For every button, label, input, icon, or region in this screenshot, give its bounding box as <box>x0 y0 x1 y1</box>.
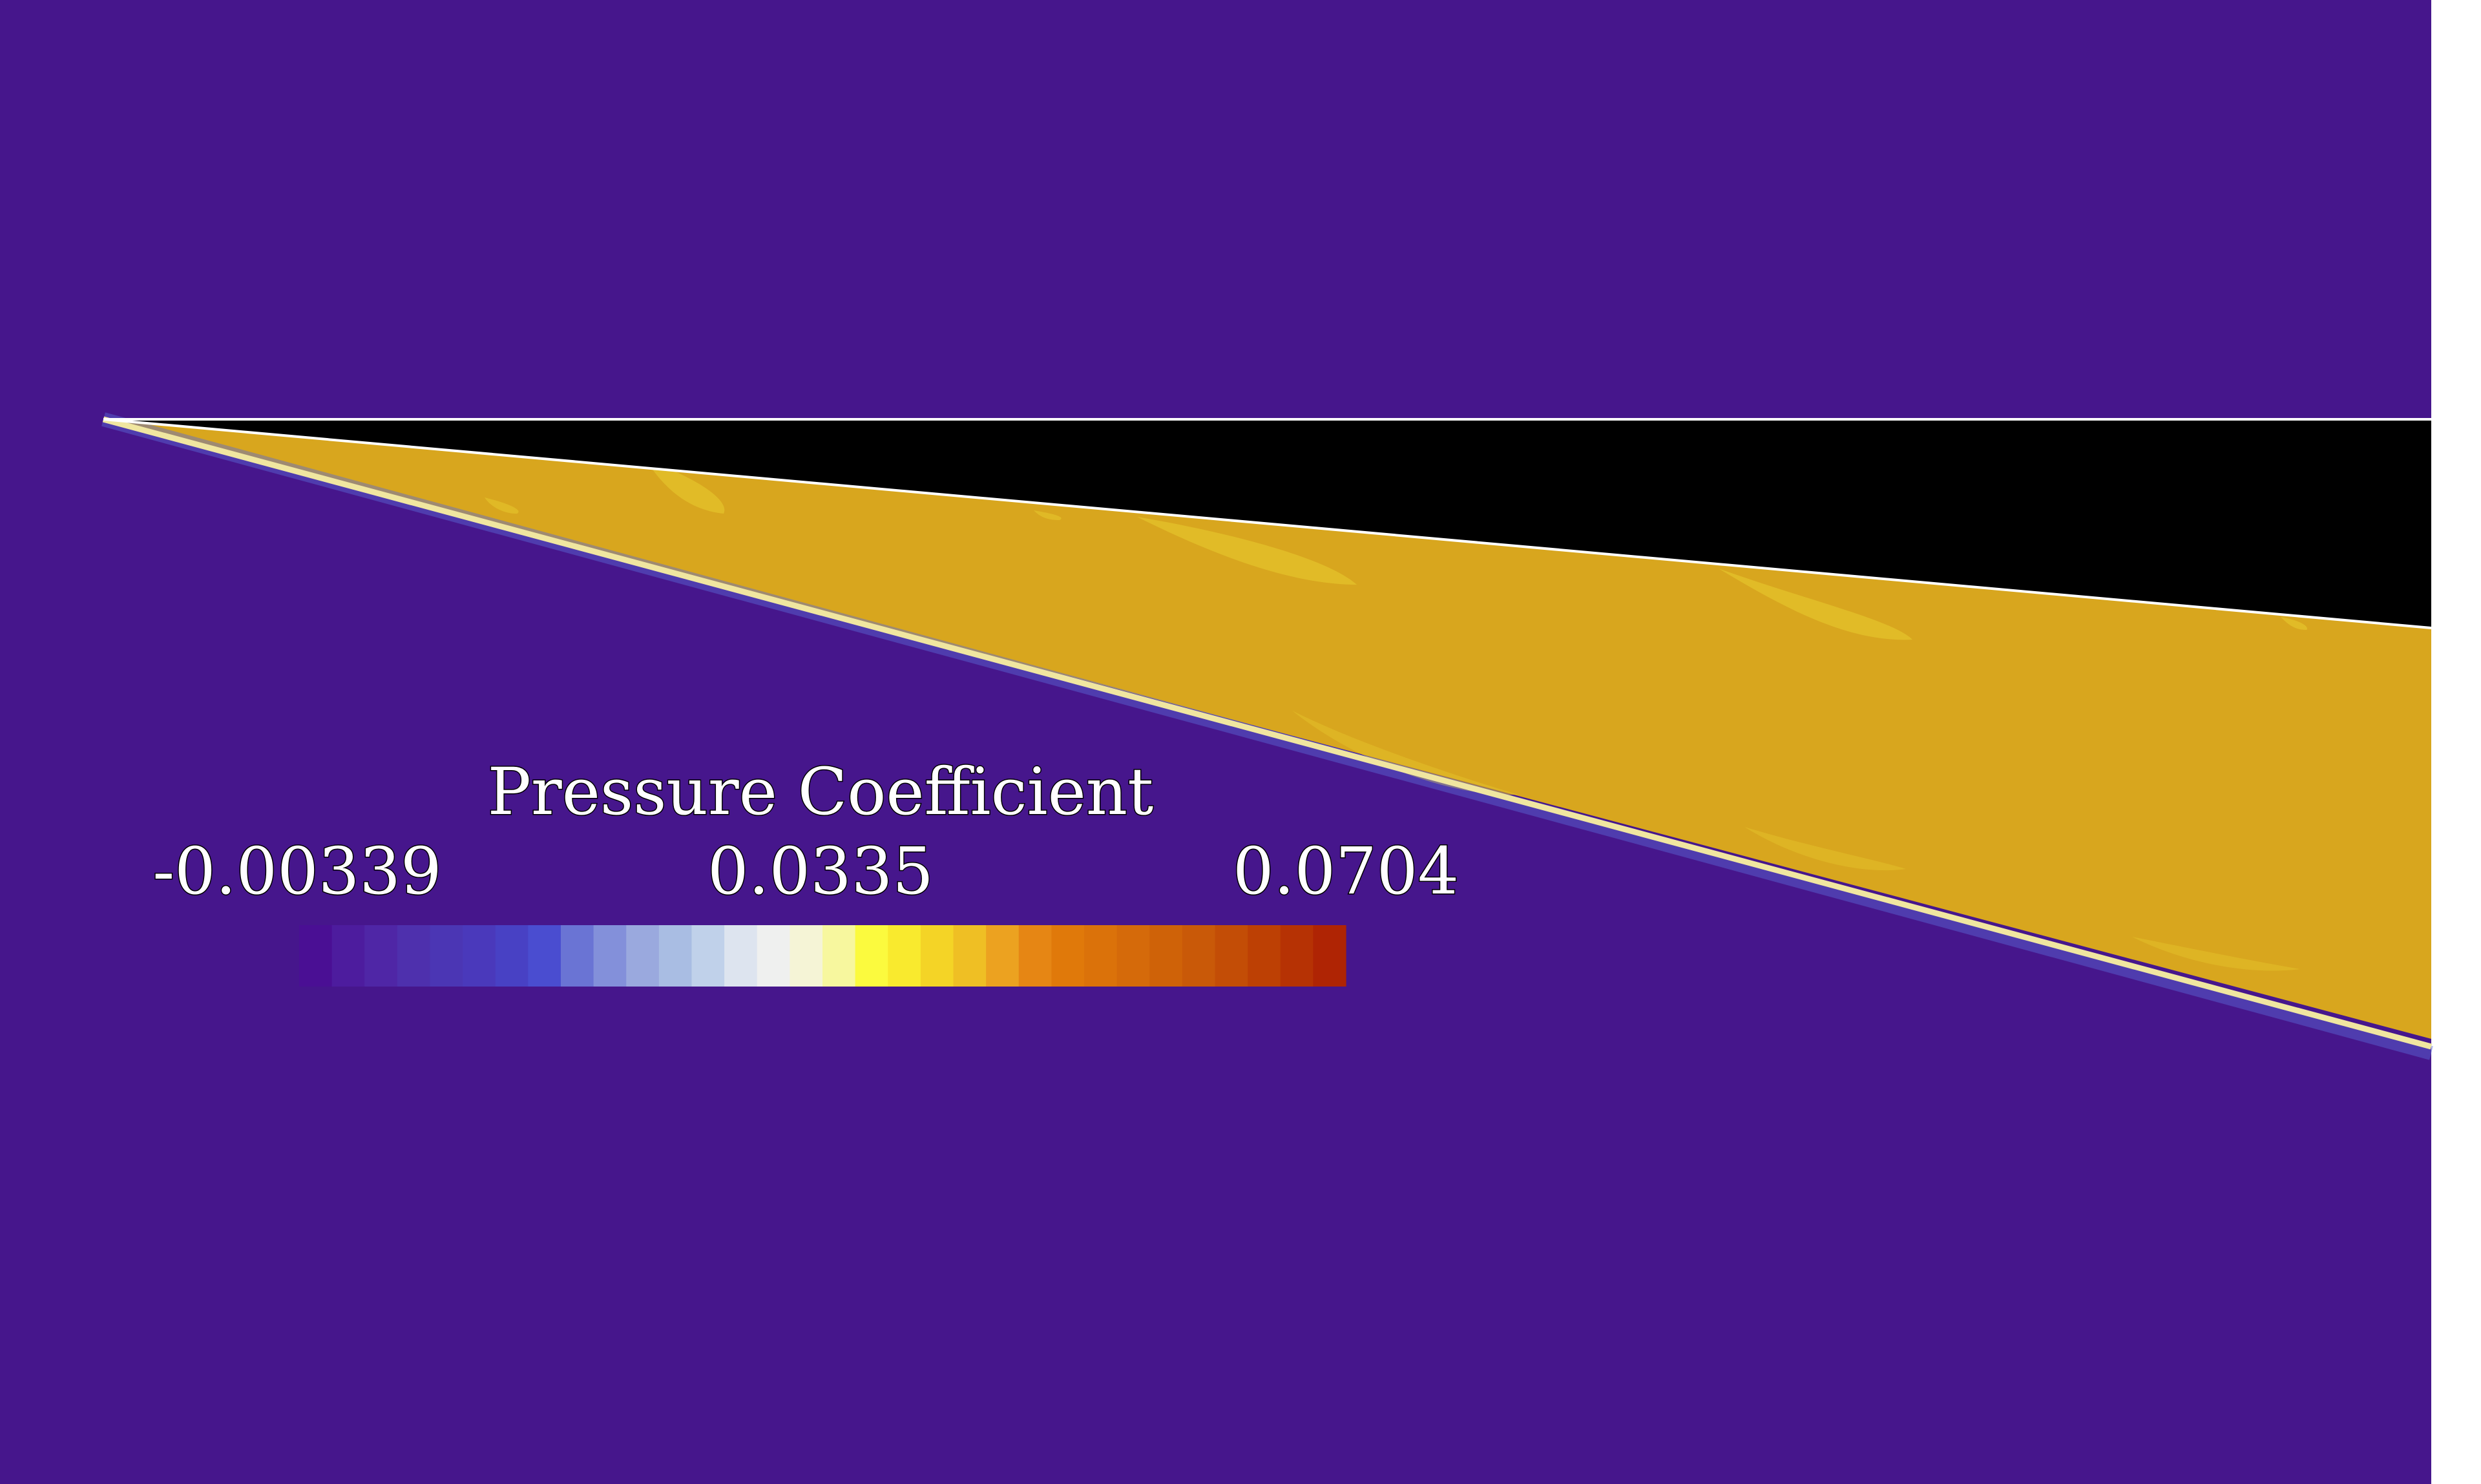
colorbar-swatch <box>397 925 431 987</box>
colorbar-max-label: 0.0704 <box>1233 833 1459 909</box>
colorbar-swatch <box>1313 925 1346 987</box>
colorbar-swatch <box>1215 925 1248 987</box>
colorbar-swatch <box>463 925 496 987</box>
colorbar-swatch <box>626 925 660 987</box>
colorbar-swatch <box>691 925 725 987</box>
colorbar-swatch <box>593 925 627 987</box>
colorbar-swatch <box>495 925 529 987</box>
colorbar-swatch <box>561 925 594 987</box>
colorbar-swatch <box>1116 925 1150 987</box>
colorbar-swatch <box>331 925 365 987</box>
colorbar-swatches <box>299 925 1346 987</box>
colorbar-swatch <box>888 925 921 987</box>
colorbar-mid-label: 0.0335 <box>707 833 934 909</box>
colorbar-swatch <box>724 925 758 987</box>
colorbar-swatch <box>757 925 790 987</box>
colorbar-swatch <box>1051 925 1085 987</box>
colorbar-swatch <box>299 925 333 987</box>
colorbar-swatch <box>658 925 693 987</box>
colorbar-min-label: -0.00339 <box>152 833 441 909</box>
colorbar-swatch <box>920 925 954 987</box>
colorbar-swatch <box>790 925 823 987</box>
colorbar-swatch <box>430 925 463 987</box>
colorbar-swatch <box>1084 925 1118 987</box>
colorbar-swatch <box>855 925 888 987</box>
colorbar-swatch <box>364 925 398 987</box>
pressure-contour-figure: Pressure Coefficient -0.00339 0.0335 0.0… <box>0 0 2481 1484</box>
colorbar-swatch <box>822 925 856 987</box>
colorbar-swatch <box>1182 925 1216 987</box>
colorbar-title: Pressure Coefficient <box>488 754 1154 830</box>
colorbar-swatch <box>1018 925 1052 987</box>
colorbar-swatch <box>986 925 1020 987</box>
colorbar-swatch <box>953 925 987 987</box>
colorbar-swatch <box>1248 925 1281 987</box>
colorbar-swatch <box>1280 925 1314 987</box>
colorbar-swatch <box>528 925 561 987</box>
colorbar-swatch <box>1149 925 1183 987</box>
